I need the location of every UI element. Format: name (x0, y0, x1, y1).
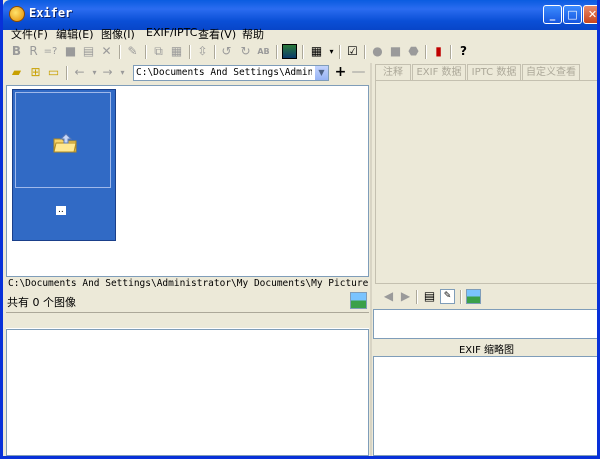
grid-icon[interactable]: ▦ (169, 44, 184, 59)
bold-icon[interactable]: B (9, 44, 24, 59)
open-folder-icon[interactable]: ▰ (9, 65, 24, 80)
phone-icon[interactable]: ▮ (431, 44, 446, 59)
thumbnail-pane[interactable]: .. (6, 85, 369, 277)
tab-panel (375, 80, 597, 284)
tool-icon-2[interactable]: ■ (388, 44, 403, 59)
red-eye-icon[interactable]: R (26, 44, 41, 59)
checklist-icon[interactable]: ☑ (345, 44, 360, 59)
path-combobox[interactable]: C:\Documents And Settings\Administrat ▼ (133, 65, 329, 81)
menu-edit[interactable]: 编辑(E) (56, 26, 94, 42)
tab-iptc[interactable]: IPTC 数据 (467, 64, 521, 80)
close-button[interactable]: ✕ (583, 5, 597, 24)
toolbar-separator (425, 45, 427, 59)
next-icon[interactable]: ▶ (398, 289, 413, 304)
minimize-button[interactable]: _ (543, 5, 562, 24)
info-strip (6, 312, 369, 329)
image-count-status: 共有 0 个图像 (7, 296, 76, 309)
tab-exif[interactable]: EXIF 数据 (412, 64, 466, 80)
rotate-left-icon[interactable]: ↺ (219, 44, 234, 59)
rotate-right-icon[interactable]: ↻ (238, 44, 253, 59)
toolbar-separator (66, 66, 68, 80)
forward-icon[interactable]: → (100, 65, 115, 80)
view-dropdown-icon[interactable]: ▾ (324, 44, 339, 59)
folder-up-icon[interactable]: ▭ (46, 65, 61, 80)
resize-icon[interactable]: ⇳ (195, 44, 210, 59)
tab-comment[interactable]: 注释 (375, 64, 411, 81)
toolbar-separator (364, 45, 366, 59)
comment-field[interactable] (373, 309, 597, 339)
help-icon[interactable]: ? (456, 44, 471, 59)
menu-exif-iptc[interactable]: EXIF/IPTC (146, 26, 197, 39)
add-icon[interactable]: + (333, 65, 348, 80)
status-row: 共有 0 个图像 (6, 292, 369, 310)
open-folder-icon[interactable]: ▤ (81, 44, 96, 59)
view-icon[interactable]: ▦ (309, 44, 324, 59)
image-preview-icon[interactable] (350, 292, 367, 309)
edit-icon[interactable]: ✎ (125, 44, 140, 59)
delete-icon[interactable]: ✕ (99, 44, 114, 59)
exif-nav-bar: ◀ ▶ ▤ ✎ (373, 287, 597, 307)
menu-image[interactable]: 图像(I) (101, 26, 135, 42)
tool-icon-3[interactable]: ⬣ (406, 44, 421, 59)
copy-icon[interactable]: ⧉ (151, 44, 166, 59)
menu-file[interactable]: 文件(F) (11, 26, 48, 42)
tab-strip: 注释 EXIF 数据 IPTC 数据 自定义查看 (375, 64, 597, 81)
toolbar-separator (460, 290, 462, 304)
menu-view[interactable]: 查看(V) (198, 26, 236, 42)
tool-icon[interactable]: ● (370, 44, 385, 59)
remove-icon[interactable]: — (351, 65, 366, 80)
list-view-icon[interactable]: ▤ (422, 289, 437, 304)
app-icon (9, 6, 25, 22)
exif-thumbnail-label: EXIF 缩略图 (458, 345, 515, 356)
page-icon[interactable]: ✎ (440, 289, 455, 304)
toolbar-separator (450, 45, 452, 59)
thumbnail-label: .. (56, 205, 66, 215)
forward-dropdown-icon[interactable]: ▾ (115, 65, 130, 80)
toolbar-separator (339, 45, 341, 59)
toolbar-separator (145, 45, 147, 59)
toolbar-separator (119, 45, 121, 59)
toolbar-separator (416, 290, 418, 304)
toolbar-separator (189, 45, 191, 59)
file-list-pane[interactable] (6, 329, 369, 456)
folder-icon (53, 133, 77, 153)
menu-help[interactable]: 帮助 (242, 26, 264, 42)
stop-icon[interactable]: ■ (63, 44, 78, 59)
app-window: Exifer _ □ ✕ 文件(F) 编辑(E) 图像(I) EXIF/IPTC… (0, 0, 600, 459)
thumbnail-frame (15, 92, 111, 188)
vertical-splitter[interactable] (370, 63, 372, 456)
current-path: C:\Documents And Settings\Administrator\… (8, 278, 368, 289)
tab-custom-view[interactable]: 自定义查看 (522, 64, 580, 80)
image-view-icon[interactable] (466, 289, 481, 304)
back-icon[interactable]: ← (72, 65, 87, 80)
thumbnail-item-parent[interactable]: .. (12, 89, 116, 241)
path-toolbar: ▰ ⊞ ▭ ← ▾ → ▾ C:\Documents And Settings\… (3, 63, 370, 83)
chevron-down-icon[interactable]: ▼ (315, 66, 328, 80)
exif-thumbnail-panel (373, 356, 597, 456)
toolbar-separator (276, 45, 278, 59)
folder-tree-icon[interactable]: ⊞ (28, 65, 43, 80)
main-toolbar: B R =? ■ ▤ ✕ ✎ ⧉ ▦ ⇳ ↺ ↻ AB ▦ ▾ ☑ ● ■ ⬣ … (3, 42, 597, 62)
toolbar-separator (302, 45, 304, 59)
toolbar-separator (214, 45, 216, 59)
maximize-button[interactable]: □ (563, 5, 582, 24)
lossless-icon[interactable]: AB (256, 44, 271, 59)
picture-icon[interactable] (282, 44, 297, 59)
path-combo-value: C:\Documents And Settings\Administrat (136, 67, 312, 78)
prev-icon[interactable]: ◀ (381, 289, 396, 304)
window-title: Exifer (29, 6, 73, 20)
menu-bar: 文件(F) 编辑(E) 图像(I) EXIF/IPTC 查看(V) 帮助 (3, 23, 597, 41)
rename-icon[interactable]: =? (43, 44, 58, 59)
